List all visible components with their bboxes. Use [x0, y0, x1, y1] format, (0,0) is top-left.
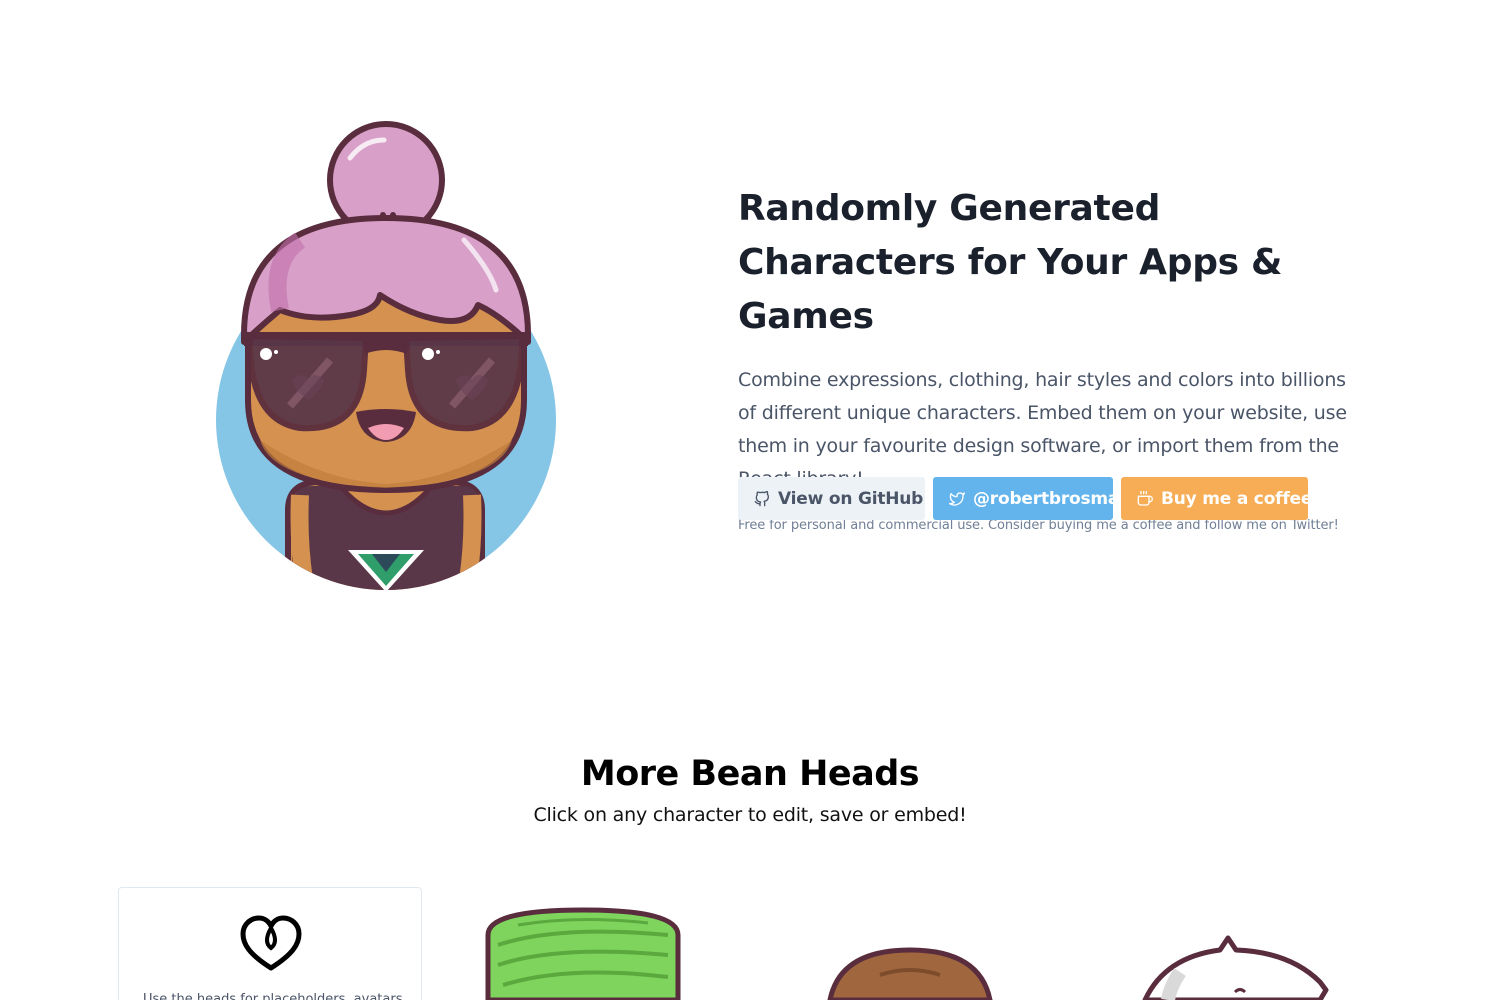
- github-icon: [754, 490, 769, 506]
- coffee-icon: [1137, 490, 1153, 506]
- github-button-label: View on GitHub: [778, 488, 924, 509]
- character-thumbnail[interactable]: [478, 905, 688, 1000]
- hero-buttons: View on GitHub @robertbrosma Buy me a co…: [738, 477, 1312, 520]
- heart-icon: [240, 915, 302, 971]
- bean-head-avatar-icon: [216, 121, 556, 590]
- view-on-github-button[interactable]: View on GitHub: [738, 477, 925, 520]
- character-thumbnail[interactable]: [1140, 932, 1330, 1000]
- hero-avatar[interactable]: [200, 110, 580, 600]
- twitter-icon: [949, 491, 965, 506]
- turban-character-icon: [485, 907, 681, 1000]
- brown-hair-character-icon: [827, 947, 993, 1000]
- more-subtitle: Click on any character to edit, save or …: [533, 804, 967, 826]
- twitter-button-label: @robertbrosma: [973, 488, 1120, 509]
- coffee-button-label: Buy me a coffee: [1161, 488, 1313, 509]
- more-bean-heads-section: More Bean Heads Click on any character t…: [0, 750, 1500, 828]
- hero-section: Randomly Generated Characters for Your A…: [0, 0, 1500, 660]
- hero-title: Randomly Generated Characters for Your A…: [738, 188, 1283, 337]
- twitter-button[interactable]: @robertbrosma: [933, 477, 1119, 520]
- feature-card: Use the heads for placeholders, avatars.…: [118, 887, 422, 1000]
- white-hair-character-icon: [1142, 935, 1329, 1000]
- more-title: More Bean Heads: [580, 754, 920, 794]
- feature-card-text: Use the heads for placeholders, avatars.…: [143, 992, 403, 1000]
- buy-me-a-coffee-button[interactable]: Buy me a coffee: [1121, 477, 1312, 520]
- character-thumbnail[interactable]: [820, 945, 1000, 1000]
